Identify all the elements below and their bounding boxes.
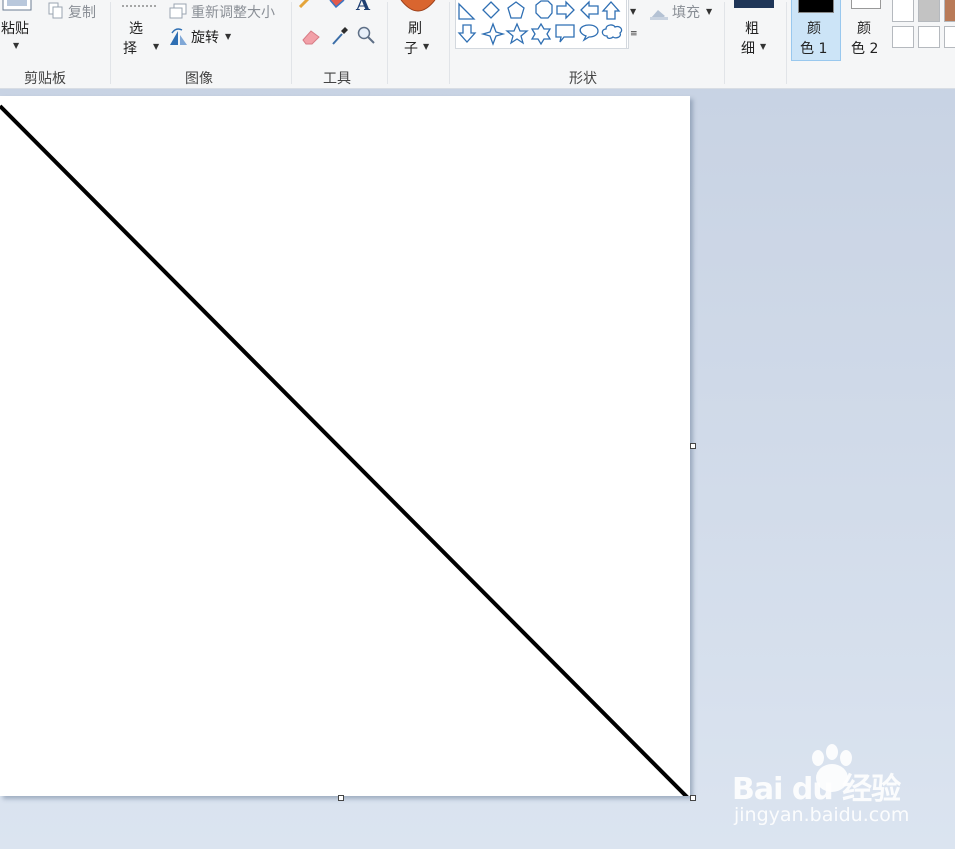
palette-swatch[interactable] (944, 26, 955, 48)
resize-icon (169, 3, 187, 19)
brush-icon (400, 0, 436, 12)
copy-icon (48, 2, 63, 19)
size-dropdown-caret[interactable]: ▼ (760, 42, 766, 51)
brush-label-1: 刷 (408, 21, 422, 37)
color2-label-1: 颜 (857, 21, 871, 37)
color-picker-icon[interactable] (330, 25, 350, 47)
brush-dropdown-caret[interactable]: ▼ (423, 42, 429, 51)
eraser-icon[interactable] (300, 26, 322, 46)
fill-dropdown-caret[interactable]: ▼ (706, 7, 712, 16)
copy-button[interactable]: 复制 (46, 0, 106, 22)
palette (892, 0, 955, 52)
rotate-button[interactable]: 旋转 ▼ (167, 26, 247, 48)
brush-label-2: 子 (404, 41, 418, 57)
fill-label: 填充 (672, 5, 700, 21)
resize-label: 重新调整大小 (191, 5, 275, 21)
clipboard-group-label: 剪贴板 (24, 71, 66, 87)
resize-button[interactable]: 重新调整大小 (167, 0, 285, 22)
select-rect-icon (122, 5, 157, 7)
scroll-up-caret[interactable]: ▼ (630, 7, 636, 16)
five-point-star-icon[interactable] (505, 22, 529, 45)
shapes-gallery[interactable] (455, 0, 629, 49)
paste-dropdown-caret[interactable]: ▼ (13, 41, 19, 50)
palette-swatch[interactable] (892, 0, 914, 22)
baidu-watermark: Bai du 经验 jingyan.baidu.com (732, 744, 932, 834)
tools-group: A 工具 (292, 0, 387, 88)
brushes-group: 刷 子 ▼ (388, 0, 448, 88)
size-preview (734, 0, 774, 8)
rotate-dropdown-caret[interactable]: ▼ (225, 32, 231, 41)
color2-button[interactable]: 颜 色 2 (843, 0, 889, 60)
size-label-2: 细 (741, 41, 755, 57)
six-point-star-icon[interactable] (530, 22, 552, 46)
select-label-2: 择 (123, 41, 137, 57)
diamond-icon[interactable] (482, 1, 500, 19)
color1-label-2: 色 1 (800, 41, 828, 57)
oval-callout-icon[interactable] (579, 24, 599, 42)
tools-group-label: 工具 (323, 71, 351, 87)
color1-label-1: 颜 (807, 21, 821, 37)
resize-handle-bottom[interactable] (338, 795, 344, 801)
pentagon-icon[interactable] (507, 1, 525, 19)
size-button[interactable]: 粗 细 ▼ (729, 0, 781, 60)
cloud-callout-icon[interactable] (601, 24, 623, 40)
rotate-icon (170, 28, 187, 45)
ribbon: 粘贴 ▼ 复制 剪贴板 选 择 ▼ 重新调整大小 旋转 ▼ 图像 A 工具 刷 … (0, 0, 955, 89)
palette-swatch[interactable] (944, 0, 955, 22)
image-group-label: 图像 (185, 71, 213, 87)
hexagon-icon[interactable] (535, 0, 553, 19)
drawn-diagonal-line (0, 104, 689, 796)
watermark-brand: Bai du 经验 (732, 772, 901, 807)
brushes-button[interactable]: 刷 子 ▼ (392, 0, 444, 60)
magnifier-icon[interactable] (356, 25, 376, 47)
drawing-canvas[interactable] (0, 96, 690, 796)
select-label-1: 选 (129, 21, 143, 37)
color1-button[interactable]: 颜 色 1 (791, 0, 841, 61)
gallery-more-icon[interactable]: ≡ (630, 29, 638, 39)
resize-handle-right[interactable] (690, 443, 696, 449)
watermark-url: jingyan.baidu.com (734, 804, 910, 826)
palette-swatch[interactable] (918, 26, 940, 48)
four-point-star-icon[interactable] (480, 22, 506, 46)
shapes-scroll[interactable]: ▼ ≡ (626, 0, 641, 48)
fill-button[interactable]: 填充 ▼ (648, 0, 718, 22)
select-dropdown-caret[interactable]: ▼ (153, 42, 159, 51)
up-arrow-icon[interactable] (601, 1, 621, 20)
shapes-group-label: 形状 (569, 71, 597, 87)
shapes-group: ▼ ≡ 填充 ▼ 形状 (450, 0, 724, 88)
paste-icon (2, 0, 32, 11)
canvas-drawing (0, 104, 689, 796)
palette-swatch[interactable] (892, 26, 914, 48)
resize-handle-corner[interactable] (690, 795, 696, 801)
color2-swatch (851, 0, 881, 9)
color2-label-2: 色 2 (851, 41, 879, 57)
rotate-label: 旋转 (191, 30, 219, 46)
select-button[interactable]: 选 择 ▼ (119, 0, 161, 60)
left-arrow-icon[interactable] (580, 0, 599, 20)
size-label-1: 粗 (745, 21, 759, 37)
clipboard-group: 粘贴 ▼ 复制 剪贴板 (0, 0, 110, 88)
color1-swatch (798, 0, 834, 13)
rect-callout-icon[interactable] (555, 24, 575, 43)
fill-icon (650, 10, 668, 20)
pencil-icon[interactable] (298, 0, 314, 8)
text-tool-icon[interactable]: A (356, 0, 370, 15)
paste-label: 粘贴 (1, 21, 29, 37)
down-arrow-icon[interactable] (457, 24, 477, 43)
palette-swatch[interactable] (918, 0, 940, 22)
colors-group: 颜 色 1 颜 色 2 (787, 0, 955, 88)
image-group: 选 择 ▼ 重新调整大小 旋转 ▼ 图像 (111, 0, 291, 88)
copy-label: 复制 (68, 5, 96, 21)
right-arrow-icon[interactable] (556, 0, 575, 20)
size-group: 粗 细 ▼ (725, 0, 785, 88)
fill-bucket-icon[interactable] (328, 0, 348, 8)
right-triangle-icon[interactable] (458, 2, 476, 20)
shape-icons (457, 0, 623, 46)
paste-button[interactable]: 粘贴 ▼ (0, 0, 38, 60)
